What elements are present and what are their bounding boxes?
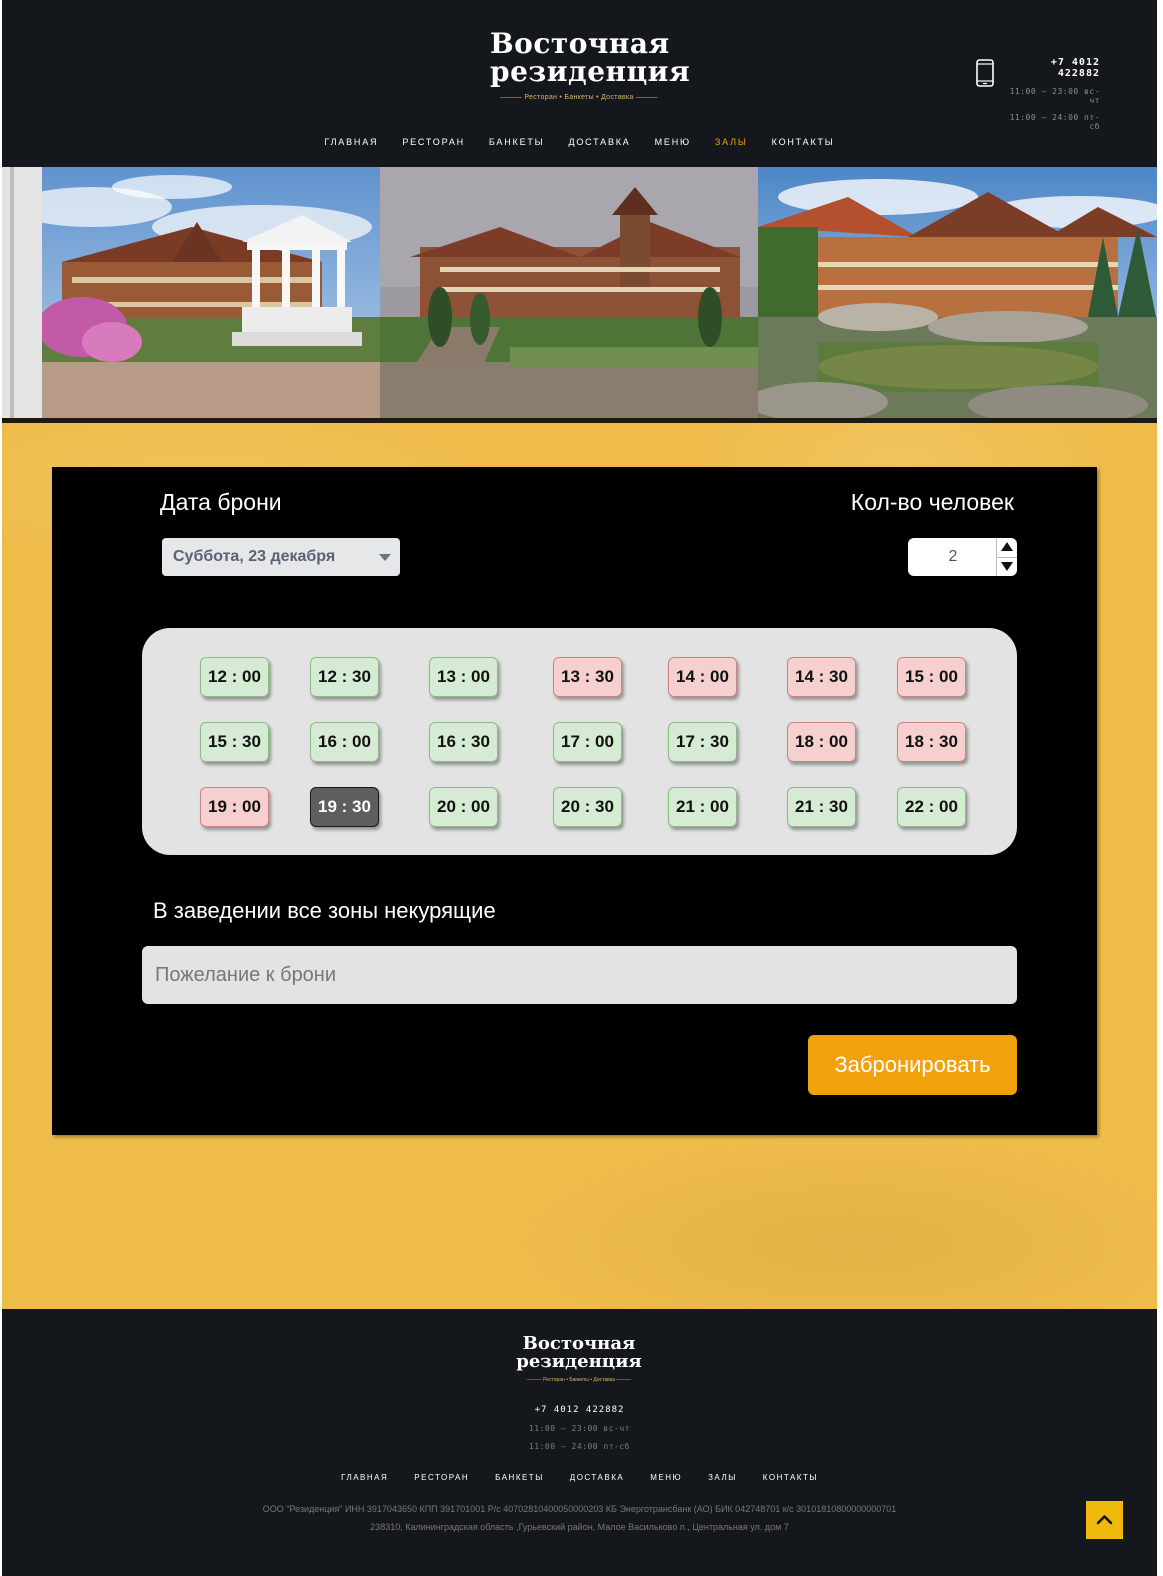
footer-legal-requisites: ООО "Резиденция" ИНН 3917043650 КПП 3917… <box>262 1504 897 1514</box>
time-slot-free[interactable]: 13 : 00 <box>429 657 498 697</box>
time-slot-busy: 18 : 30 <box>897 722 966 762</box>
nav-item-6[interactable]: КОНТАКТЫ <box>772 137 835 147</box>
hero-photo-pond <box>758 167 1157 418</box>
decrement-arrow-icon[interactable] <box>997 557 1017 576</box>
footer-legal-address: 238310, Калининградская область ,Гурьевс… <box>370 1522 789 1532</box>
time-slot-busy: 18 : 00 <box>787 722 856 762</box>
booking-form: Дата брони Кол-во человек Суббота, 23 де… <box>52 467 1097 1135</box>
no-smoking-note: В заведении все зоны некурящие <box>153 898 496 923</box>
header-phone[interactable]: +7 4012 422882 <box>1002 57 1100 79</box>
footer-nav-item-6[interactable]: КОНТАКТЫ <box>763 1473 818 1482</box>
logo-line-1: Восточная <box>490 27 670 60</box>
footer-logo-line-2: резиденция <box>516 1351 642 1372</box>
footer-hours-weekday: 11:00 – 23:00 вс-чт <box>528 1424 630 1433</box>
time-slot-free[interactable]: 12 : 00 <box>200 657 269 697</box>
caret-down-icon <box>379 554 391 561</box>
time-slot-grid: 12 : 00 12 : 30 13 : 00 13 : 30 14 : 00 14 : … <box>142 628 1017 855</box>
nav-item-0[interactable]: ГЛАВНАЯ <box>324 137 378 147</box>
footer-logo-tagline: ——— Ресторан • Банкеты • Доставка ——— <box>526 1377 632 1383</box>
time-slot-free[interactable]: 22 : 00 <box>897 787 966 827</box>
time-slot-busy: 13 : 30 <box>553 657 622 697</box>
increment-arrow-icon[interactable] <box>997 538 1017 558</box>
time-slot-free[interactable]: 21 : 30 <box>787 787 856 827</box>
time-slot-free[interactable]: 21 : 00 <box>668 787 737 827</box>
header-hours-weekend: 11:00 – 24:00 пт-сб <box>1009 113 1100 131</box>
hero-photo-gazebo <box>2 167 380 418</box>
header-contacts: +7 4012 422882 11:00 – 23:00 вс-чт 11:00… <box>1002 57 1100 131</box>
site-logo[interactable]: Восточная резиденция ——— Ресторан • Банк… <box>490 27 691 102</box>
site-header: Восточная резиденция ——— Ресторан • Банк… <box>2 0 1157 167</box>
mobile-phone-icon <box>976 59 994 87</box>
footer-phone[interactable]: +7 4012 422882 <box>2 1405 1157 1415</box>
nav-item-3[interactable]: ДОСТАВКА <box>568 137 630 147</box>
nav-item-4[interactable]: МЕНЮ <box>655 137 691 147</box>
site-footer: Восточная резиденция ——— Ресторан • Банк… <box>2 1309 1157 1576</box>
guests-count-input[interactable]: 2 <box>908 538 1017 576</box>
time-slot-free[interactable]: 16 : 30 <box>429 722 498 762</box>
guests-label: Кол-во человек <box>850 489 1014 515</box>
footer-nav-item-5[interactable]: ЗАЛЫ <box>708 1473 737 1482</box>
date-label: Дата брони <box>160 489 282 515</box>
time-slot-busy: 14 : 30 <box>787 657 856 697</box>
nav-item-2[interactable]: БАНКЕТЫ <box>489 137 545 147</box>
nav-item-5[interactable]: ЗАЛЫ <box>715 137 748 147</box>
footer-nav-item-0[interactable]: ГЛАВНАЯ <box>341 1473 388 1482</box>
page: Восточная резиденция ——— Ресторан • Банк… <box>2 0 1157 1576</box>
hero-photo-strip <box>2 167 1157 418</box>
time-slot-free[interactable]: 20 : 30 <box>553 787 622 827</box>
time-slot-free[interactable]: 17 : 00 <box>553 722 622 762</box>
time-slot-free[interactable]: 20 : 00 <box>429 787 498 827</box>
book-button[interactable]: Забронировать <box>808 1035 1017 1095</box>
footer-nav: ГЛАВНАЯ РЕСТОРАН БАНКЕТЫ ДОСТАВКА МЕНЮ ЗАЛЫ КО… <box>2 1473 1157 1482</box>
nav-item-1[interactable]: РЕСТОРАН <box>402 137 465 147</box>
date-select-value: Суббота, 23 декабря <box>173 548 336 565</box>
guests-spinner <box>996 538 1017 576</box>
time-slot-free[interactable]: 12 : 30 <box>310 657 379 697</box>
time-slot-free[interactable]: 17 : 30 <box>668 722 737 762</box>
logo-line-2: резиденция <box>490 55 691 88</box>
logo-tagline: ——— Ресторан • Банкеты • Доставка ——— <box>500 94 658 101</box>
footer-nav-item-4[interactable]: МЕНЮ <box>650 1473 682 1482</box>
time-slot-busy: 19 : 00 <box>200 787 269 827</box>
time-slot-free[interactable]: 16 : 00 <box>310 722 379 762</box>
date-select[interactable]: Суббота, 23 декабря <box>162 538 400 576</box>
header-hours-weekday: 11:00 – 23:00 вс-чт <box>1009 87 1100 105</box>
footer-hours-weekend: 11:00 – 24:00 пт-сб <box>528 1442 630 1451</box>
hero-photo-building <box>380 167 758 418</box>
time-slot-selected[interactable]: 19 : 30 <box>310 787 379 827</box>
time-slot-busy: 15 : 00 <box>897 657 966 697</box>
time-slot-free[interactable]: 15 : 30 <box>200 722 269 762</box>
scroll-to-top-button[interactable] <box>1086 1501 1123 1539</box>
time-slot-busy: 14 : 00 <box>668 657 737 697</box>
chevron-up-icon <box>1096 1515 1113 1525</box>
guests-count-value: 2 <box>948 548 958 565</box>
main-nav: ГЛАВНАЯ РЕСТОРАН БАНКЕТЫ ДОСТАВКА МЕНЮ ЗАЛЫ КО… <box>2 137 1157 147</box>
footer-nav-item-1[interactable]: РЕСТОРАН <box>414 1473 469 1482</box>
footer-nav-item-3[interactable]: ДОСТАВКА <box>570 1473 624 1482</box>
footer-nav-item-2[interactable]: БАНКЕТЫ <box>495 1473 544 1482</box>
booking-wish-input[interactable] <box>142 946 1017 1004</box>
footer-logo[interactable]: Восточная резиденция ——— Ресторан • Банк… <box>514 1335 644 1384</box>
